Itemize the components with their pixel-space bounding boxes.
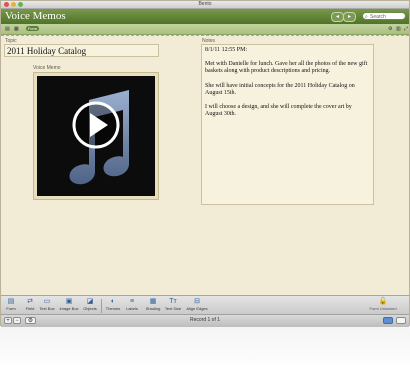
shading-icon: ▦ [149,298,157,305]
align-edges-icon: ⊟ [194,298,200,305]
notes-paragraph: I will choose a design, and she will com… [205,104,352,118]
split-mode-toggle[interactable] [396,317,406,324]
notes-field[interactable]: 8/1/11 12:55 PM: Met with Danielle for l… [201,44,374,205]
topic-field[interactable]: 2011 Holiday Catalog [4,44,159,57]
themes-icon: ◐ [110,298,116,305]
view-bar: ▤ ▦ Form ⚙ ▥ ⤢ [1,24,409,35]
window-title: Bento [198,1,212,7]
settings-icon[interactable]: ⚙ [388,26,392,32]
arrow-right-icon: ▸ [347,14,351,20]
arrow-left-icon: ◂ [335,14,339,20]
app-window: Bento Voice Memos ◂ ▸ ⌕ Search ▤ ▦ Form … [0,0,410,327]
list-view-icon[interactable]: ▤ [5,26,10,32]
search-icon: ⌕ [365,14,368,20]
notes-paragraph: Met with Danielle for lunch. Gave her al… [205,61,368,75]
form-mode-toggle[interactable] [383,317,393,324]
library-header: Voice Memos ◂ ▸ ⌕ Search [1,9,409,24]
text-box-icon: ▭ [43,298,51,305]
objects-icon: ◪ [86,298,94,305]
form-view-pill[interactable]: Form [26,26,39,31]
text-size-tool[interactable]: Tт Text Size [163,297,183,314]
shading-tool[interactable]: ▦ Shading [143,297,163,314]
status-bar: + − ⚙ Record 1 of 1 [1,314,409,327]
notes-paragraph: She will have initial concepts for the 2… [205,82,355,96]
search-placeholder: Search [370,14,386,20]
split-view-icon[interactable]: ▥ [396,26,401,32]
search-input[interactable]: ⌕ Search [362,12,406,20]
text-box-tool[interactable]: ▭ Text Box [37,297,57,314]
notes-paragraph: 8/1/11 12:55 PM: [205,47,248,53]
play-button[interactable] [71,100,121,150]
media-artwork [37,76,155,196]
stitched-divider [1,35,409,37]
form-tools-bar: ▤ Form ⇄ Field ▭ Text Box ▣ Image Box ◪ … [1,295,409,315]
themes-tool[interactable]: ◐ Themes [103,297,123,314]
table-view-icon[interactable]: ▦ [14,26,19,32]
voice-memo-label: Voice Memo [33,65,61,71]
form-icon: ▤ [7,298,15,305]
image-box-icon: ▣ [65,298,73,305]
record-counter: Record 1 of 1 [189,317,221,323]
form-unlocked-toggle[interactable]: 🔓 Form Unlocked [365,297,401,314]
library-title: Voice Memos [5,10,66,22]
labels-tool[interactable]: ≡ Labels [122,297,142,314]
objects-tool[interactable]: ◪ Objects [80,297,100,314]
voice-memo-field[interactable] [33,72,159,200]
image-box-tool[interactable]: ▣ Image Box [59,297,79,314]
title-bar: Bento [1,1,409,9]
toolbar-divider [101,299,102,313]
unlocked-padlock-icon: 🔓 [378,298,388,305]
window-reflection [0,327,410,370]
text-size-icon: Tт [169,298,177,305]
next-button[interactable]: ▸ [343,12,356,22]
labels-icon: ≡ [129,298,135,305]
form-tool[interactable]: ▤ Form [1,297,21,314]
fullscreen-icon[interactable]: ⤢ [404,26,408,32]
align-edges-tool[interactable]: ⊟ Align Edges [185,297,209,314]
